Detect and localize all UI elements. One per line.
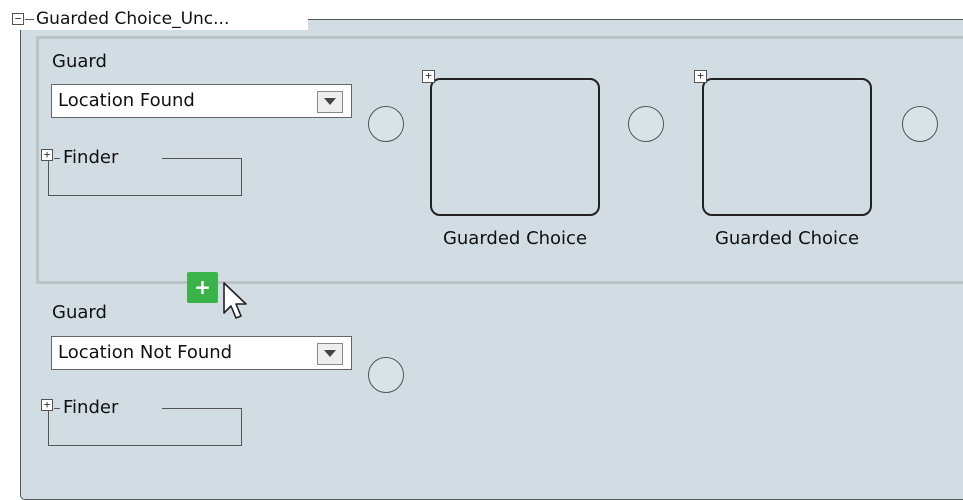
- guard-select-2[interactable]: Location Not Found: [51, 336, 352, 370]
- finder-expand-icon-2[interactable]: +: [41, 399, 53, 411]
- guard-select-value-1: Location Found: [58, 90, 195, 111]
- group-collapse-icon[interactable]: −: [12, 13, 24, 25]
- guard-label-2: Guard: [52, 302, 107, 323]
- finder-label-1: Finder: [63, 147, 119, 168]
- guarded-choice-expand-icon-1[interactable]: +: [422, 70, 435, 83]
- guarded-choice-label-1: Guarded Choice: [442, 228, 588, 249]
- guard-label-1: Guard: [52, 51, 107, 72]
- guarded-choice-block-2[interactable]: [702, 78, 872, 216]
- chevron-down-icon[interactable]: [317, 343, 343, 365]
- mouse-pointer-icon: [223, 282, 247, 319]
- guarded-choice-label-2: Guarded Choice: [714, 228, 860, 249]
- connector-node[interactable]: [368, 106, 404, 142]
- finder-label-2: Finder: [63, 397, 119, 418]
- chevron-down-icon[interactable]: [317, 91, 343, 113]
- add-branch-button[interactable]: +: [187, 272, 218, 303]
- finder-connector-2: [54, 408, 60, 409]
- plus-icon: +: [194, 275, 211, 299]
- guard-select-value-2: Location Not Found: [58, 342, 233, 363]
- finder-expand-icon-1[interactable]: +: [41, 149, 53, 161]
- guard-select-1[interactable]: Location Found: [51, 84, 352, 118]
- finder-connector-1: [54, 158, 60, 159]
- connector-node[interactable]: [368, 357, 404, 393]
- connector-node[interactable]: [628, 106, 664, 142]
- group-expander-connector: [25, 19, 34, 20]
- guarded-choice-block-1[interactable]: [430, 78, 600, 216]
- connector-node[interactable]: [902, 106, 938, 142]
- guarded-choice-expand-icon-2[interactable]: +: [694, 70, 707, 83]
- group-title: Guarded Choice_Unc...: [36, 9, 230, 29]
